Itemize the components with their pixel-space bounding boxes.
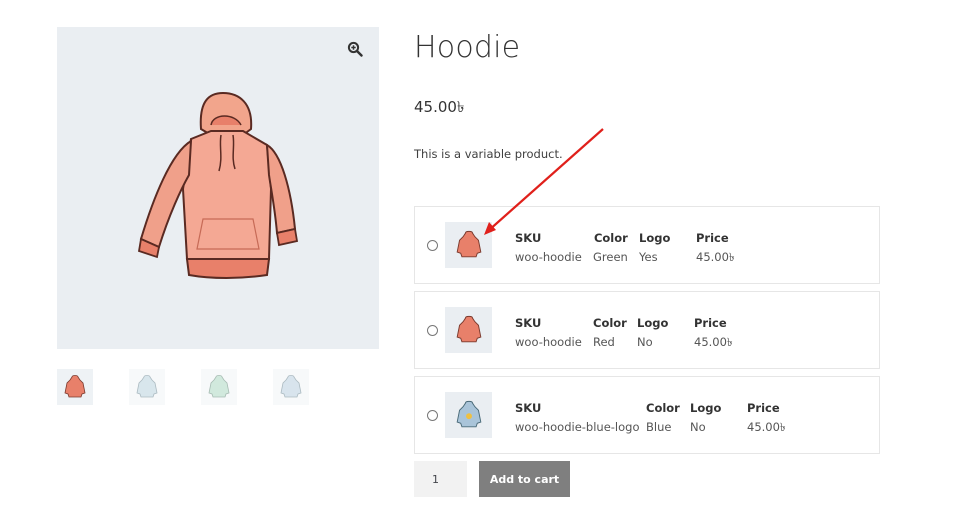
sku-header: SKU	[515, 231, 542, 245]
color-column: Color Blue	[646, 399, 680, 437]
hoodie-illustration	[137, 91, 299, 279]
color-column: Color Green	[593, 229, 628, 267]
thumbnail-pink-hoodie[interactable]	[57, 369, 93, 405]
logo-column: Logo No	[690, 399, 721, 437]
sku-value: woo-hoodie	[515, 335, 582, 349]
variation-image	[445, 392, 492, 438]
price-column: Price 45.00৳	[747, 399, 786, 437]
price-value: 45.00৳	[747, 420, 786, 434]
price-header: Price	[696, 231, 729, 245]
variation-image	[445, 222, 492, 268]
thumbnail-blue-hoodie-logo[interactable]	[273, 369, 309, 405]
sku-value: woo-hoodie	[515, 250, 582, 264]
hoodie-icon	[456, 230, 481, 258]
color-value: Green	[593, 250, 628, 264]
quantity-input[interactable]	[414, 461, 467, 497]
sku-header: SKU	[515, 401, 542, 415]
price-header: Price	[694, 316, 727, 330]
color-value: Red	[593, 335, 615, 349]
logo-value: Yes	[639, 250, 658, 264]
variation-option[interactable]: SKU woo-hoodie-blue-logo Color Blue Logo…	[414, 376, 880, 454]
price-header: Price	[747, 401, 780, 415]
logo-value: No	[690, 420, 706, 434]
sku-header: SKU	[515, 316, 542, 330]
variation-radio[interactable]	[427, 240, 438, 251]
color-header: Color	[593, 316, 627, 330]
color-header: Color	[593, 231, 628, 245]
variation-radio[interactable]	[427, 325, 438, 336]
sku-column: SKU woo-hoodie-blue-logo	[515, 399, 640, 437]
color-value: Blue	[646, 420, 672, 434]
price-column: Price 45.00৳	[696, 229, 735, 267]
logo-column: Logo No	[637, 314, 668, 352]
logo-value: No	[637, 335, 653, 349]
sku-column: SKU woo-hoodie	[515, 314, 582, 352]
product-main-image[interactable]	[57, 27, 379, 349]
thumbnail-blue-hoodie[interactable]	[129, 369, 165, 405]
variation-image	[445, 307, 492, 353]
zoom-in-icon[interactable]	[347, 41, 363, 57]
color-column: Color Red	[593, 314, 627, 352]
price-value: 45.00৳	[694, 335, 733, 349]
price-column: Price 45.00৳	[694, 314, 733, 352]
logo-header: Logo	[639, 231, 671, 245]
gallery-thumbnails	[57, 369, 309, 405]
logo-header: Logo	[637, 316, 669, 330]
product-description: This is a variable product.	[414, 147, 563, 161]
hoodie-icon	[136, 375, 158, 398]
product-title: Hoodie	[414, 30, 521, 65]
product-price: 45.00৳	[414, 98, 465, 116]
price-value: 45.00৳	[696, 250, 735, 264]
hoodie-icon	[208, 375, 230, 398]
sku-value: woo-hoodie-blue-logo	[515, 420, 640, 434]
color-header: Color	[646, 401, 680, 415]
hoodie-icon	[280, 375, 302, 398]
hoodie-icon	[456, 315, 481, 343]
variation-option[interactable]: SKU woo-hoodie Color Red Logo No Price 4…	[414, 291, 880, 369]
variation-option[interactable]: SKU woo-hoodie Color Green Logo Yes Pric…	[414, 206, 880, 284]
add-to-cart-button[interactable]: Add to cart	[479, 461, 570, 497]
sku-column: SKU woo-hoodie	[515, 229, 582, 267]
variation-radio[interactable]	[427, 410, 438, 421]
hoodie-icon	[64, 375, 86, 398]
hoodie-icon	[456, 400, 481, 428]
logo-column: Logo Yes	[639, 229, 670, 267]
thumbnail-green-hoodie[interactable]	[201, 369, 237, 405]
logo-header: Logo	[690, 401, 722, 415]
